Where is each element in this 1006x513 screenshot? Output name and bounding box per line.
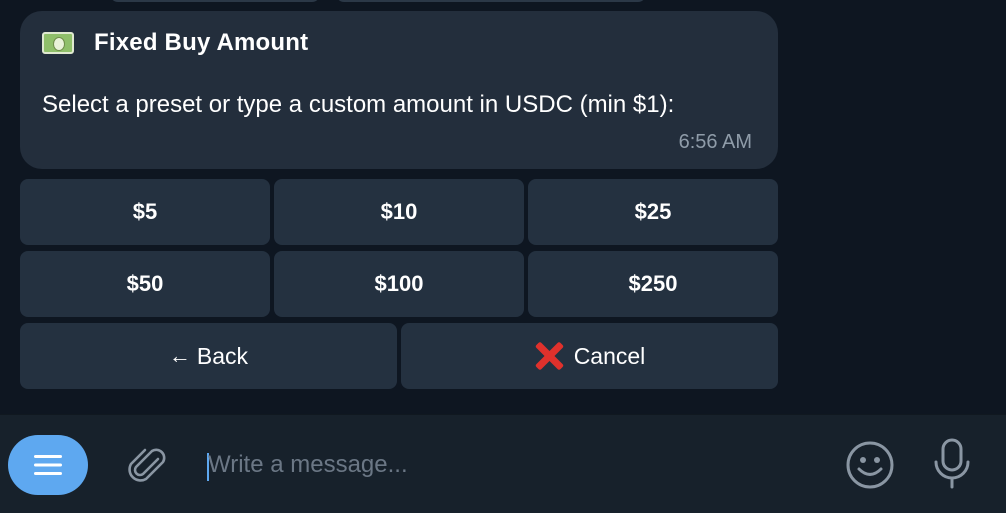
button-label: $10 xyxy=(380,199,418,224)
previous-button-edge xyxy=(336,0,646,2)
preset-250-button[interactable]: $250 xyxy=(528,251,778,317)
message-timestamp: 6:56 AM xyxy=(678,131,752,153)
left-arrow-icon: ← xyxy=(168,343,191,368)
bot-message-bubble: Fixed Buy Amount Select a preset or type… xyxy=(20,11,778,169)
button-label: $50 xyxy=(126,271,164,296)
button-label: $250 xyxy=(628,271,678,296)
menu-icon xyxy=(34,455,62,475)
red-cross-icon xyxy=(534,341,564,371)
paperclip-icon[interactable] xyxy=(126,443,170,487)
preset-10-button[interactable]: $10 xyxy=(274,179,524,245)
button-label: $25 xyxy=(634,199,672,224)
button-label: $100 xyxy=(374,271,424,296)
preset-5-button[interactable]: $5 xyxy=(20,179,270,245)
microphone-icon[interactable] xyxy=(930,438,974,490)
previous-button-edge xyxy=(110,0,320,2)
message-title: Fixed Buy Amount xyxy=(94,29,309,56)
preset-50-button[interactable]: $50 xyxy=(20,251,270,317)
bot-menu-button[interactable] xyxy=(8,435,88,495)
message-text: Select a preset or type a custom amount … xyxy=(42,91,675,118)
preset-100-button[interactable]: $100 xyxy=(274,251,524,317)
button-label: Back xyxy=(196,342,249,369)
message-header: Fixed Buy Amount xyxy=(38,29,309,57)
button-label: Cancel xyxy=(573,342,646,369)
button-label: $5 xyxy=(132,199,158,224)
cancel-button[interactable]: Cancel xyxy=(401,323,778,389)
preset-25-button[interactable]: $25 xyxy=(528,179,778,245)
smiley-icon[interactable] xyxy=(845,440,895,490)
money-bill-icon xyxy=(38,29,74,54)
back-button[interactable]: ← Back xyxy=(20,323,397,389)
chat-area: Fixed Buy Amount Select a preset or type… xyxy=(0,0,1006,414)
message-input[interactable] xyxy=(206,445,808,485)
